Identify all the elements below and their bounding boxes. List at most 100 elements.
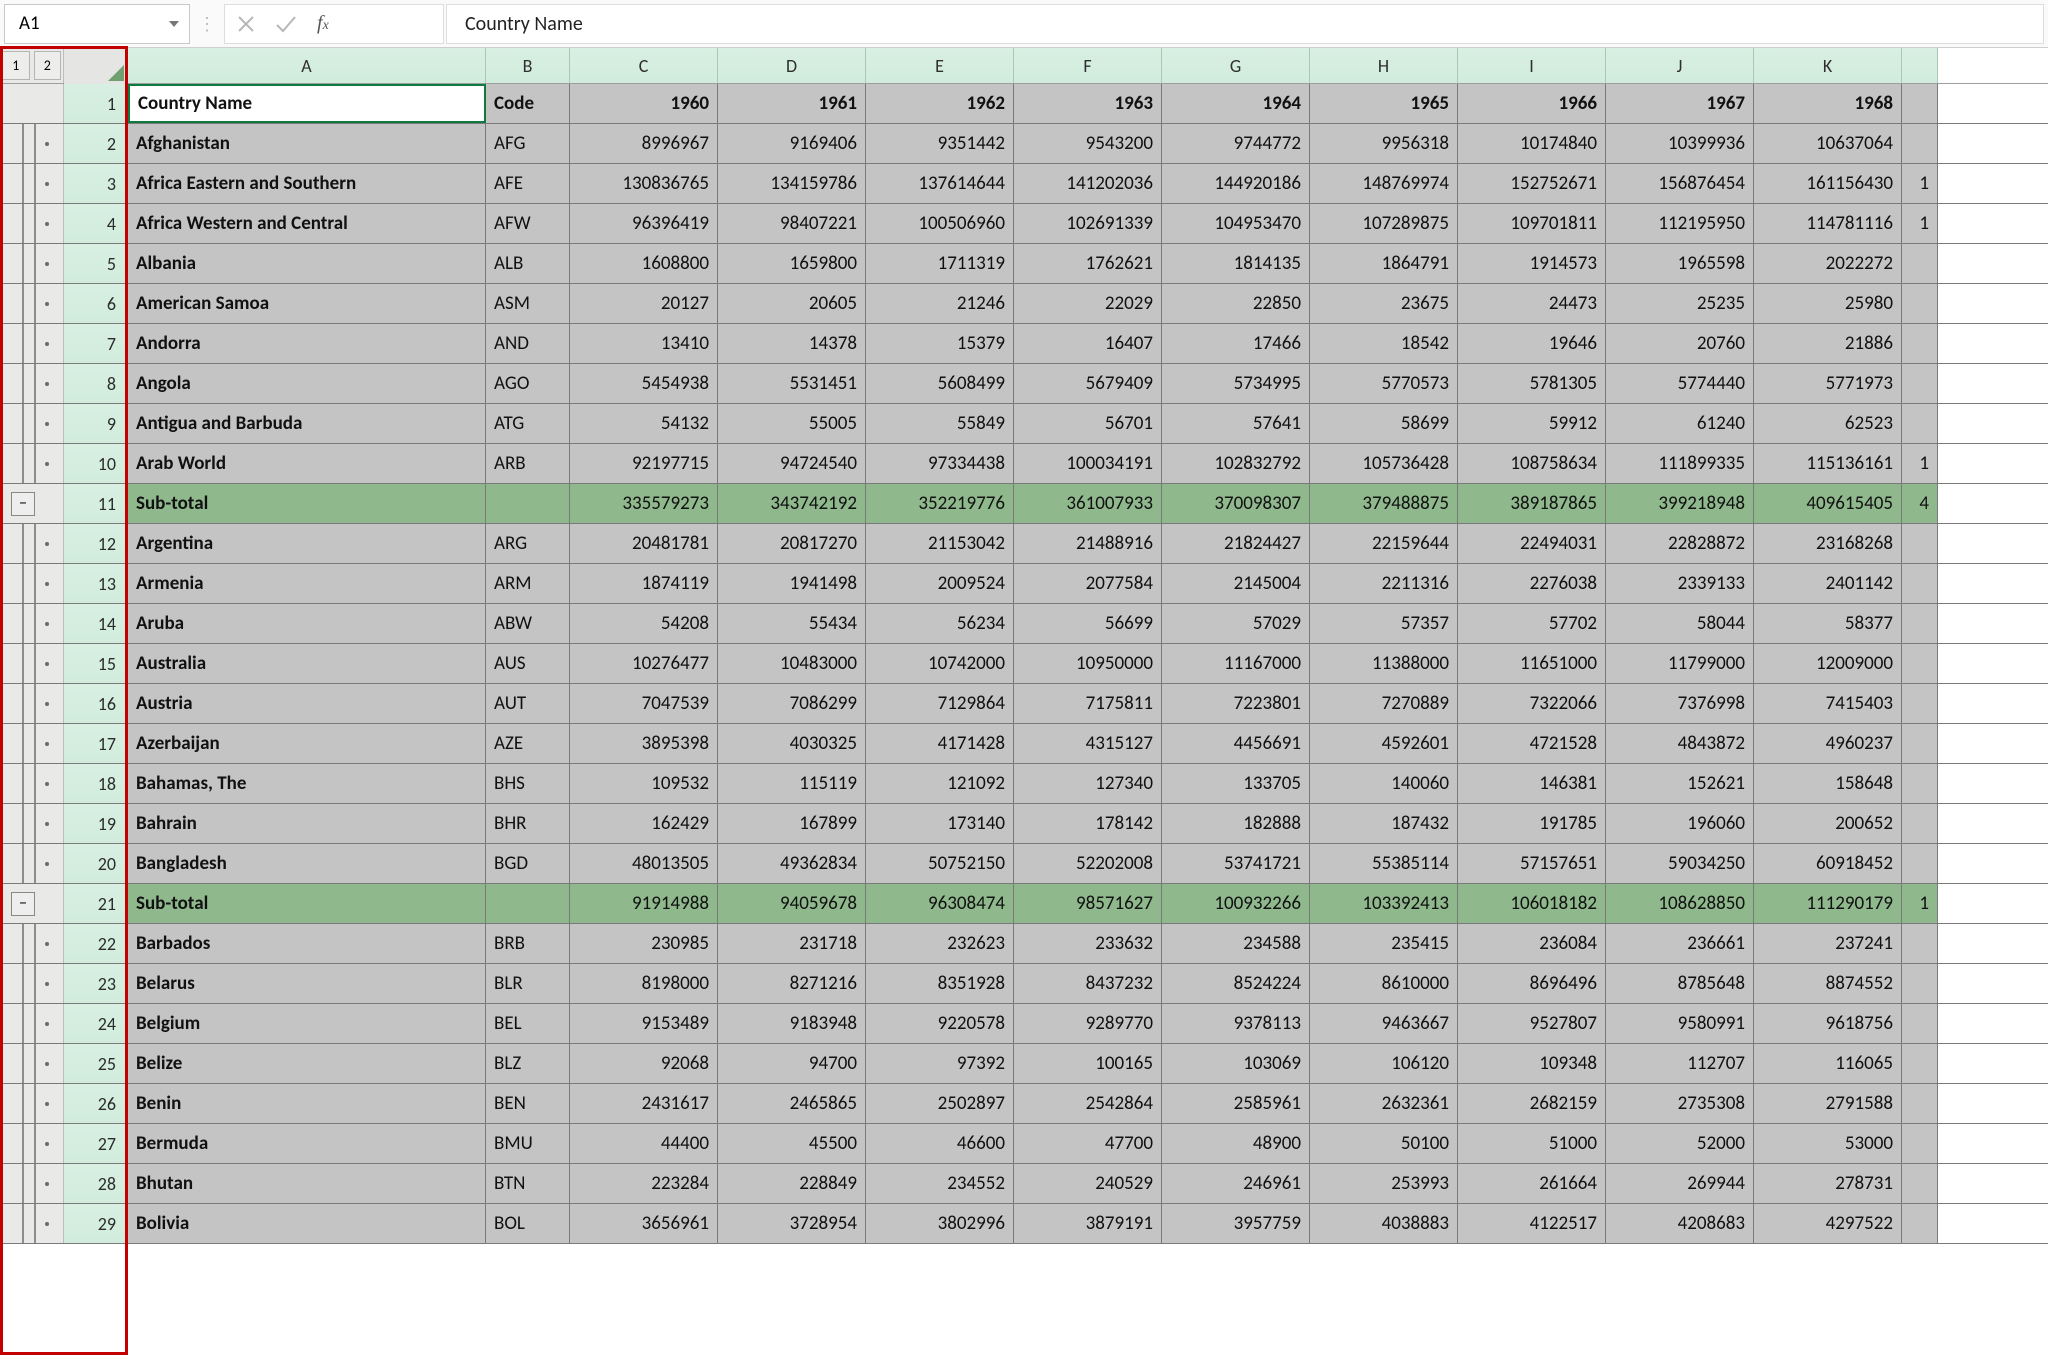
cell-D18[interactable]: 115119 [718, 764, 866, 803]
cell-K29[interactable]: 4297522 [1754, 1204, 1902, 1243]
cell-I4[interactable]: 109701811 [1458, 204, 1606, 243]
cell-J6[interactable]: 25235 [1606, 284, 1754, 323]
cell-A23[interactable]: Belarus [128, 964, 486, 1003]
cell-F5[interactable]: 1762621 [1014, 244, 1162, 283]
cell-G4[interactable]: 104953470 [1162, 204, 1310, 243]
cell-A20[interactable]: Bangladesh [128, 844, 486, 883]
cell-A11[interactable]: Sub-total [128, 484, 486, 523]
cell-G18[interactable]: 133705 [1162, 764, 1310, 803]
cell-G8[interactable]: 5734995 [1162, 364, 1310, 403]
cell-G1[interactable]: 1964 [1162, 84, 1310, 123]
cell-overflow[interactable] [1902, 324, 1938, 363]
cell-J28[interactable]: 269944 [1606, 1164, 1754, 1203]
cell-B3[interactable]: AFE [486, 164, 570, 203]
cell-H27[interactable]: 50100 [1310, 1124, 1458, 1163]
cell-overflow[interactable] [1902, 1124, 1938, 1163]
cell-overflow[interactable] [1902, 524, 1938, 563]
cell-I1[interactable]: 1966 [1458, 84, 1606, 123]
cell-H22[interactable]: 235415 [1310, 924, 1458, 963]
cell-J14[interactable]: 58044 [1606, 604, 1754, 643]
cell-B24[interactable]: BEL [486, 1004, 570, 1043]
cell-J19[interactable]: 196060 [1606, 804, 1754, 843]
name-box-dropdown-icon[interactable] [169, 21, 179, 27]
cell-J9[interactable]: 61240 [1606, 404, 1754, 443]
cell-overflow[interactable] [1902, 84, 1938, 123]
cell-F17[interactable]: 4315127 [1014, 724, 1162, 763]
cell-H29[interactable]: 4038883 [1310, 1204, 1458, 1243]
cell-F1[interactable]: 1963 [1014, 84, 1162, 123]
cell-D8[interactable]: 5531451 [718, 364, 866, 403]
cell-A7[interactable]: Andorra [128, 324, 486, 363]
cell-F15[interactable]: 10950000 [1014, 644, 1162, 683]
cell-E5[interactable]: 1711319 [866, 244, 1014, 283]
cell-C11[interactable]: 335579273 [570, 484, 718, 523]
cell-H23[interactable]: 8610000 [1310, 964, 1458, 1003]
cell-K20[interactable]: 60918452 [1754, 844, 1902, 883]
cell-G9[interactable]: 57641 [1162, 404, 1310, 443]
cell-H15[interactable]: 11388000 [1310, 644, 1458, 683]
row-header-17[interactable]: 17 [64, 724, 128, 763]
cell-B20[interactable]: BGD [486, 844, 570, 883]
cell-I16[interactable]: 7322066 [1458, 684, 1606, 723]
cell-C21[interactable]: 91914988 [570, 884, 718, 923]
col-header-K[interactable]: K [1754, 48, 1902, 83]
cell-C27[interactable]: 44400 [570, 1124, 718, 1163]
cell-overflow[interactable] [1902, 244, 1938, 283]
cell-overflow[interactable] [1902, 284, 1938, 323]
cell-E9[interactable]: 55849 [866, 404, 1014, 443]
cell-C7[interactable]: 13410 [570, 324, 718, 363]
cell-I14[interactable]: 57702 [1458, 604, 1606, 643]
cell-C29[interactable]: 3656961 [570, 1204, 718, 1243]
cell-D16[interactable]: 7086299 [718, 684, 866, 723]
cell-F10[interactable]: 100034191 [1014, 444, 1162, 483]
outline-level-2[interactable]: 2 [34, 51, 62, 80]
cell-H7[interactable]: 18542 [1310, 324, 1458, 363]
row-header-11[interactable]: 11 [64, 484, 128, 523]
cell-G12[interactable]: 21824427 [1162, 524, 1310, 563]
cell-K16[interactable]: 7415403 [1754, 684, 1902, 723]
cell-I15[interactable]: 11651000 [1458, 644, 1606, 683]
cell-F23[interactable]: 8437232 [1014, 964, 1162, 1003]
cell-F24[interactable]: 9289770 [1014, 1004, 1162, 1043]
cell-B15[interactable]: AUS [486, 644, 570, 683]
row-header-24[interactable]: 24 [64, 1004, 128, 1043]
cell-K19[interactable]: 200652 [1754, 804, 1902, 843]
cell-J7[interactable]: 20760 [1606, 324, 1754, 363]
cell-G2[interactable]: 9744772 [1162, 124, 1310, 163]
row-header-26[interactable]: 26 [64, 1084, 128, 1123]
cell-E6[interactable]: 21246 [866, 284, 1014, 323]
cell-H19[interactable]: 187432 [1310, 804, 1458, 843]
cell-H13[interactable]: 2211316 [1310, 564, 1458, 603]
cell-J17[interactable]: 4843872 [1606, 724, 1754, 763]
cell-C2[interactable]: 8996967 [570, 124, 718, 163]
cell-A27[interactable]: Bermuda [128, 1124, 486, 1163]
cell-D22[interactable]: 231718 [718, 924, 866, 963]
cell-F9[interactable]: 56701 [1014, 404, 1162, 443]
cell-F2[interactable]: 9543200 [1014, 124, 1162, 163]
cell-A10[interactable]: Arab World [128, 444, 486, 483]
cell-E2[interactable]: 9351442 [866, 124, 1014, 163]
cell-C28[interactable]: 223284 [570, 1164, 718, 1203]
cell-A12[interactable]: Argentina [128, 524, 486, 563]
cell-E28[interactable]: 234552 [866, 1164, 1014, 1203]
cell-I5[interactable]: 1914573 [1458, 244, 1606, 283]
cell-F16[interactable]: 7175811 [1014, 684, 1162, 723]
cell-K14[interactable]: 58377 [1754, 604, 1902, 643]
cell-E23[interactable]: 8351928 [866, 964, 1014, 1003]
col-header-H[interactable]: H [1310, 48, 1458, 83]
cell-D7[interactable]: 14378 [718, 324, 866, 363]
cell-E10[interactable]: 97334438 [866, 444, 1014, 483]
cell-J18[interactable]: 152621 [1606, 764, 1754, 803]
cell-H14[interactable]: 57357 [1310, 604, 1458, 643]
cell-I24[interactable]: 9527807 [1458, 1004, 1606, 1043]
cell-B21[interactable] [486, 884, 570, 923]
cell-I17[interactable]: 4721528 [1458, 724, 1606, 763]
cell-B10[interactable]: ARB [486, 444, 570, 483]
cell-K25[interactable]: 116065 [1754, 1044, 1902, 1083]
cell-overflow[interactable] [1902, 404, 1938, 443]
cell-J26[interactable]: 2735308 [1606, 1084, 1754, 1123]
cell-C8[interactable]: 5454938 [570, 364, 718, 403]
row-header-19[interactable]: 19 [64, 804, 128, 843]
cell-overflow[interactable] [1902, 564, 1938, 603]
name-box[interactable]: A1 [4, 4, 190, 44]
